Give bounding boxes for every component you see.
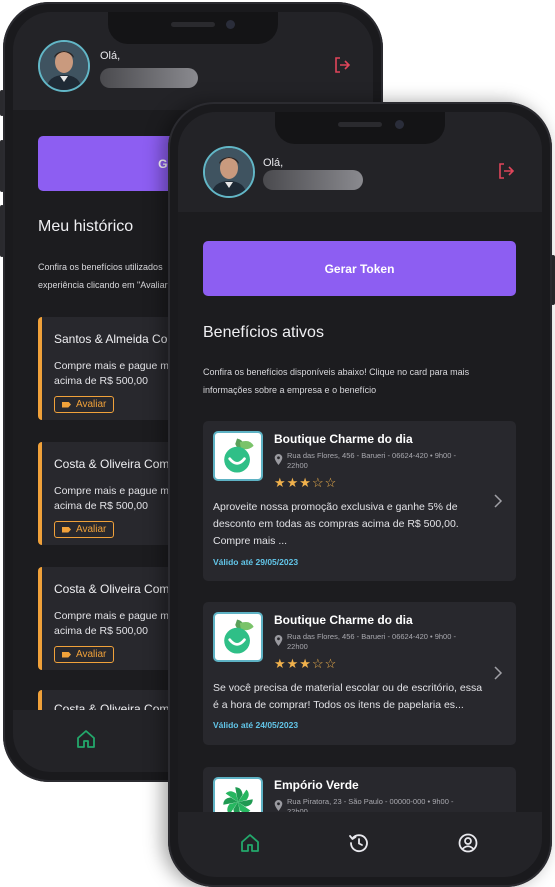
company-address: Rua das Flores, 456 - Barueri - 06624-42… [287, 632, 456, 641]
home-icon[interactable] [239, 832, 261, 854]
history-card-desc: acima de R$ 500,00 [54, 500, 148, 512]
username-placeholder [100, 68, 198, 88]
rate-button-label: Avaliar [76, 524, 107, 535]
company-address: Rua das Flores, 456 - Barueri - 06624-42… [287, 451, 456, 460]
greeting: Olá, [263, 157, 284, 169]
front-phone: Olá, Gerar Token Benefícios ativos Confi… [168, 102, 552, 887]
benefit-description: Compre mais ... [213, 535, 288, 547]
logout-icon[interactable] [497, 162, 515, 180]
rate-button[interactable]: Avaliar [54, 521, 115, 538]
history-title: Meu histórico [38, 218, 134, 235]
rate-button-label: Avaliar [76, 399, 107, 410]
company-hours: 22h00 [287, 642, 308, 651]
history-card-desc: Compre mais e pague me [54, 610, 175, 622]
tag-icon [62, 526, 71, 533]
avatar[interactable] [38, 40, 90, 92]
company-name: Boutique Charme do dia [274, 613, 413, 627]
benefits-desc-line1: Confira os benefícios disponíveis abaixo… [203, 367, 470, 377]
rating-stars: ★★★☆☆ [274, 475, 338, 490]
history-card-desc: Compre mais e pague me [54, 360, 175, 372]
benefit-description: Aproveite nossa promoção exclusiva e gan… [213, 501, 458, 513]
history-card-name: Costa & Oliveira Comé [54, 582, 177, 596]
rate-button-label: Avaliar [76, 649, 107, 660]
chevron-right-icon[interactable] [493, 494, 503, 508]
rating-stars: ★★★☆☆ [274, 656, 338, 671]
validity-date: Válido até 29/05/2023 [213, 557, 299, 567]
history-desc-line2: experiência clicando em "Avaliar" [38, 280, 171, 290]
company-name: Boutique Charme do dia [274, 432, 413, 446]
logout-icon[interactable] [333, 56, 351, 74]
chevron-right-icon[interactable] [493, 666, 503, 680]
tag-icon [62, 651, 71, 658]
rate-button[interactable]: Avaliar [54, 396, 115, 413]
history-icon[interactable] [348, 832, 370, 854]
phone-notch [275, 112, 445, 144]
username-placeholder [263, 170, 363, 190]
company-hours: 22h00 [287, 461, 308, 470]
history-card-desc: acima de R$ 500,00 [54, 625, 148, 637]
benefits-title: Benefícios ativos [203, 324, 324, 341]
location-pin-icon [274, 800, 283, 811]
avatar[interactable] [203, 146, 255, 198]
company-logo [213, 431, 263, 481]
history-card-desc: acima de R$ 500,00 [54, 375, 148, 387]
benefit-description: Se você precisa de material escolar ou d… [213, 682, 483, 694]
phone-notch [108, 12, 278, 44]
history-desc-line1: Confira os benefícios utilizados [38, 262, 163, 272]
benefit-description: é a hora de comprar! Todos os itens de p… [213, 699, 464, 711]
greeting: Olá, [100, 50, 121, 62]
history-card-desc: Compre mais e pague me [54, 485, 175, 497]
home-icon[interactable] [75, 728, 97, 750]
tag-icon [62, 401, 71, 408]
company-name: Empório Verde [274, 778, 359, 792]
benefit-card[interactable]: Boutique Charme do dia Rua das Flores, 4… [203, 602, 516, 745]
benefits-desc-line2: informações sobre a empresa e o benefíci… [203, 385, 377, 395]
validity-date: Válido até 24/05/2023 [213, 720, 299, 730]
location-pin-icon [274, 635, 283, 646]
benefit-description: desconto em todas as compras acima de R$… [213, 518, 459, 530]
location-pin-icon [274, 454, 283, 465]
profile-icon[interactable] [457, 832, 479, 854]
generate-token-button[interactable]: Gerar Token [203, 241, 516, 296]
history-card-name: Santos & Almeida Com [54, 332, 178, 346]
company-address: Rua Piratora, 23 - São Paulo - 00000-000… [287, 797, 454, 806]
rate-button[interactable]: Avaliar [54, 646, 115, 663]
history-card-name: Costa & Oliveira Comé [54, 457, 177, 471]
company-logo [213, 612, 263, 662]
tab-bar [178, 812, 542, 877]
benefit-card[interactable]: Boutique Charme do dia Rua das Flores, 4… [203, 421, 516, 581]
